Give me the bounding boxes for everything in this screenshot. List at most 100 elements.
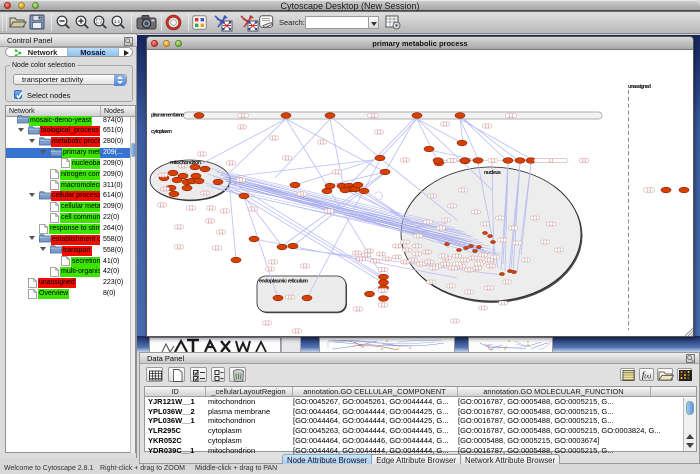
svg-text:[..]: [..] [395, 255, 399, 259]
svg-text:[..]: [..] [432, 266, 436, 270]
svg-text:[..]: [..] [300, 192, 304, 196]
svg-text:[..]: [..] [364, 253, 368, 257]
svg-text:[..]: [..] [160, 203, 164, 207]
svg-text:[..]: [..] [487, 258, 491, 262]
svg-text:[..]: [..] [265, 321, 269, 325]
svg-text:[..]: [..] [524, 258, 528, 262]
svg-text:[..]: [..] [371, 114, 375, 118]
svg-text:endoplasmic reticulum: endoplasmic reticulum [259, 279, 308, 285]
svg-text:[..]: [..] [647, 188, 651, 192]
svg-text:[..]: [..] [500, 238, 504, 242]
svg-text:[..]: [..] [474, 210, 478, 214]
svg-text:[..]: [..] [272, 136, 276, 140]
svg-text:[..]: [..] [429, 280, 433, 284]
svg-text:[..]: [..] [377, 130, 381, 134]
svg-text:[..]: [..] [240, 125, 244, 129]
svg-text:[..]: [..] [161, 173, 165, 177]
svg-text:[..]: [..] [467, 268, 471, 272]
svg-text:[..]: [..] [415, 244, 419, 248]
svg-text:[..]: [..] [449, 284, 453, 288]
svg-text:[..]: [..] [203, 191, 207, 195]
svg-text:[..]: [..] [359, 257, 363, 261]
svg-text:[..]: [..] [426, 220, 430, 224]
svg-text:[..]: [..] [268, 267, 272, 271]
svg-text:[..]: [..] [498, 216, 502, 220]
svg-text:nucleus: nucleus [484, 170, 501, 176]
svg-text:[..]: [..] [450, 204, 454, 208]
svg-text:[..]: [..] [303, 264, 307, 268]
svg-text:[..]: [..] [239, 178, 243, 182]
svg-text:[..]: [..] [189, 206, 193, 210]
svg-text:[..]: [..] [320, 140, 324, 144]
svg-text:[..]: [..] [419, 262, 423, 266]
svg-text:[..]: [..] [443, 122, 447, 126]
svg-text:cytoplasm: cytoplasm [151, 129, 172, 135]
svg-text:[..]: [..] [335, 170, 339, 174]
svg-text:[..]: [..] [461, 188, 465, 192]
svg-text:[..]: [..] [444, 218, 448, 222]
svg-text:[..]: [..] [450, 159, 454, 163]
svg-text:[..]: [..] [403, 260, 407, 264]
svg-text:[..]: [..] [163, 187, 167, 191]
svg-text:[..]: [..] [582, 159, 586, 163]
svg-text:[..]: [..] [209, 206, 213, 210]
svg-text:[..]: [..] [453, 319, 457, 323]
svg-text:[..]: [..] [285, 156, 289, 160]
svg-text:[..]: [..] [288, 295, 292, 299]
svg-text:[..]: [..] [549, 159, 553, 163]
svg-text:[..]: [..] [373, 259, 377, 263]
svg-text:[..]: [..] [411, 258, 415, 262]
svg-text:[..]: [..] [481, 253, 485, 257]
svg-text:[..]: [..] [271, 260, 275, 264]
svg-text:[..]: [..] [223, 209, 227, 213]
svg-text:[..]: [..] [485, 124, 489, 128]
svg-text:[..]: [..] [483, 222, 487, 226]
svg-text:[..]: [..] [219, 230, 223, 234]
svg-text:[..]: [..] [395, 244, 399, 248]
svg-text:[..]: [..] [439, 226, 443, 230]
svg-text:[..]: [..] [533, 216, 537, 220]
svg-text:[..]: [..] [467, 290, 471, 294]
svg-text:[..]: [..] [481, 306, 485, 310]
svg-text:[..]: [..] [491, 159, 495, 163]
svg-text:[..]: [..] [477, 262, 481, 266]
svg-text:[..]: [..] [295, 329, 299, 333]
svg-text:[..]: [..] [489, 264, 493, 268]
svg-text:[..]: [..] [241, 114, 245, 118]
svg-text:[..]: [..] [487, 286, 491, 290]
svg-text:[..]: [..] [475, 266, 479, 270]
svg-text:[..]: [..] [425, 250, 429, 254]
svg-text:[..]: [..] [379, 252, 383, 256]
svg-text:[..]: [..] [327, 209, 331, 213]
svg-text:[..]: [..] [405, 248, 409, 252]
svg-text:[..]: [..] [501, 301, 505, 305]
svg-text:[..]: [..] [229, 161, 233, 165]
svg-text:[..]: [..] [430, 194, 434, 198]
svg-text:[..]: [..] [403, 158, 407, 162]
svg-text:mitochondrion: mitochondrion [170, 160, 201, 166]
svg-text:[..]: [..] [557, 248, 561, 252]
svg-text:[..]: [..] [543, 240, 547, 244]
svg-text:[..]: [..] [355, 251, 359, 255]
svg-text:[..]: [..] [415, 252, 419, 256]
svg-text:plasma membrane: plasma membrane [151, 113, 184, 119]
svg-text:[..]: [..] [356, 307, 360, 311]
svg-text:[..]: [..] [463, 258, 467, 262]
svg-text:[..]: [..] [385, 257, 389, 261]
svg-text:[..]: [..] [403, 240, 407, 244]
svg-text:[..]: [..] [443, 262, 447, 266]
svg-text:[..]: [..] [515, 241, 519, 245]
svg-text:[..]: [..] [455, 254, 459, 258]
svg-text:[..]: [..] [177, 245, 181, 249]
svg-text:[..]: [..] [208, 219, 212, 223]
svg-text:[..]: [..] [471, 256, 475, 260]
svg-text:[..]: [..] [509, 114, 513, 118]
svg-text:[..]: [..] [511, 226, 515, 230]
svg-text:[..]: [..] [441, 254, 445, 258]
svg-text:[..]: [..] [493, 255, 497, 259]
svg-text:[..]: [..] [177, 225, 181, 229]
svg-text:[..]: [..] [381, 289, 385, 293]
svg-text:[..]: [..] [427, 260, 431, 264]
svg-text:[..]: [..] [416, 234, 420, 238]
svg-text:[..]: [..] [200, 152, 204, 156]
